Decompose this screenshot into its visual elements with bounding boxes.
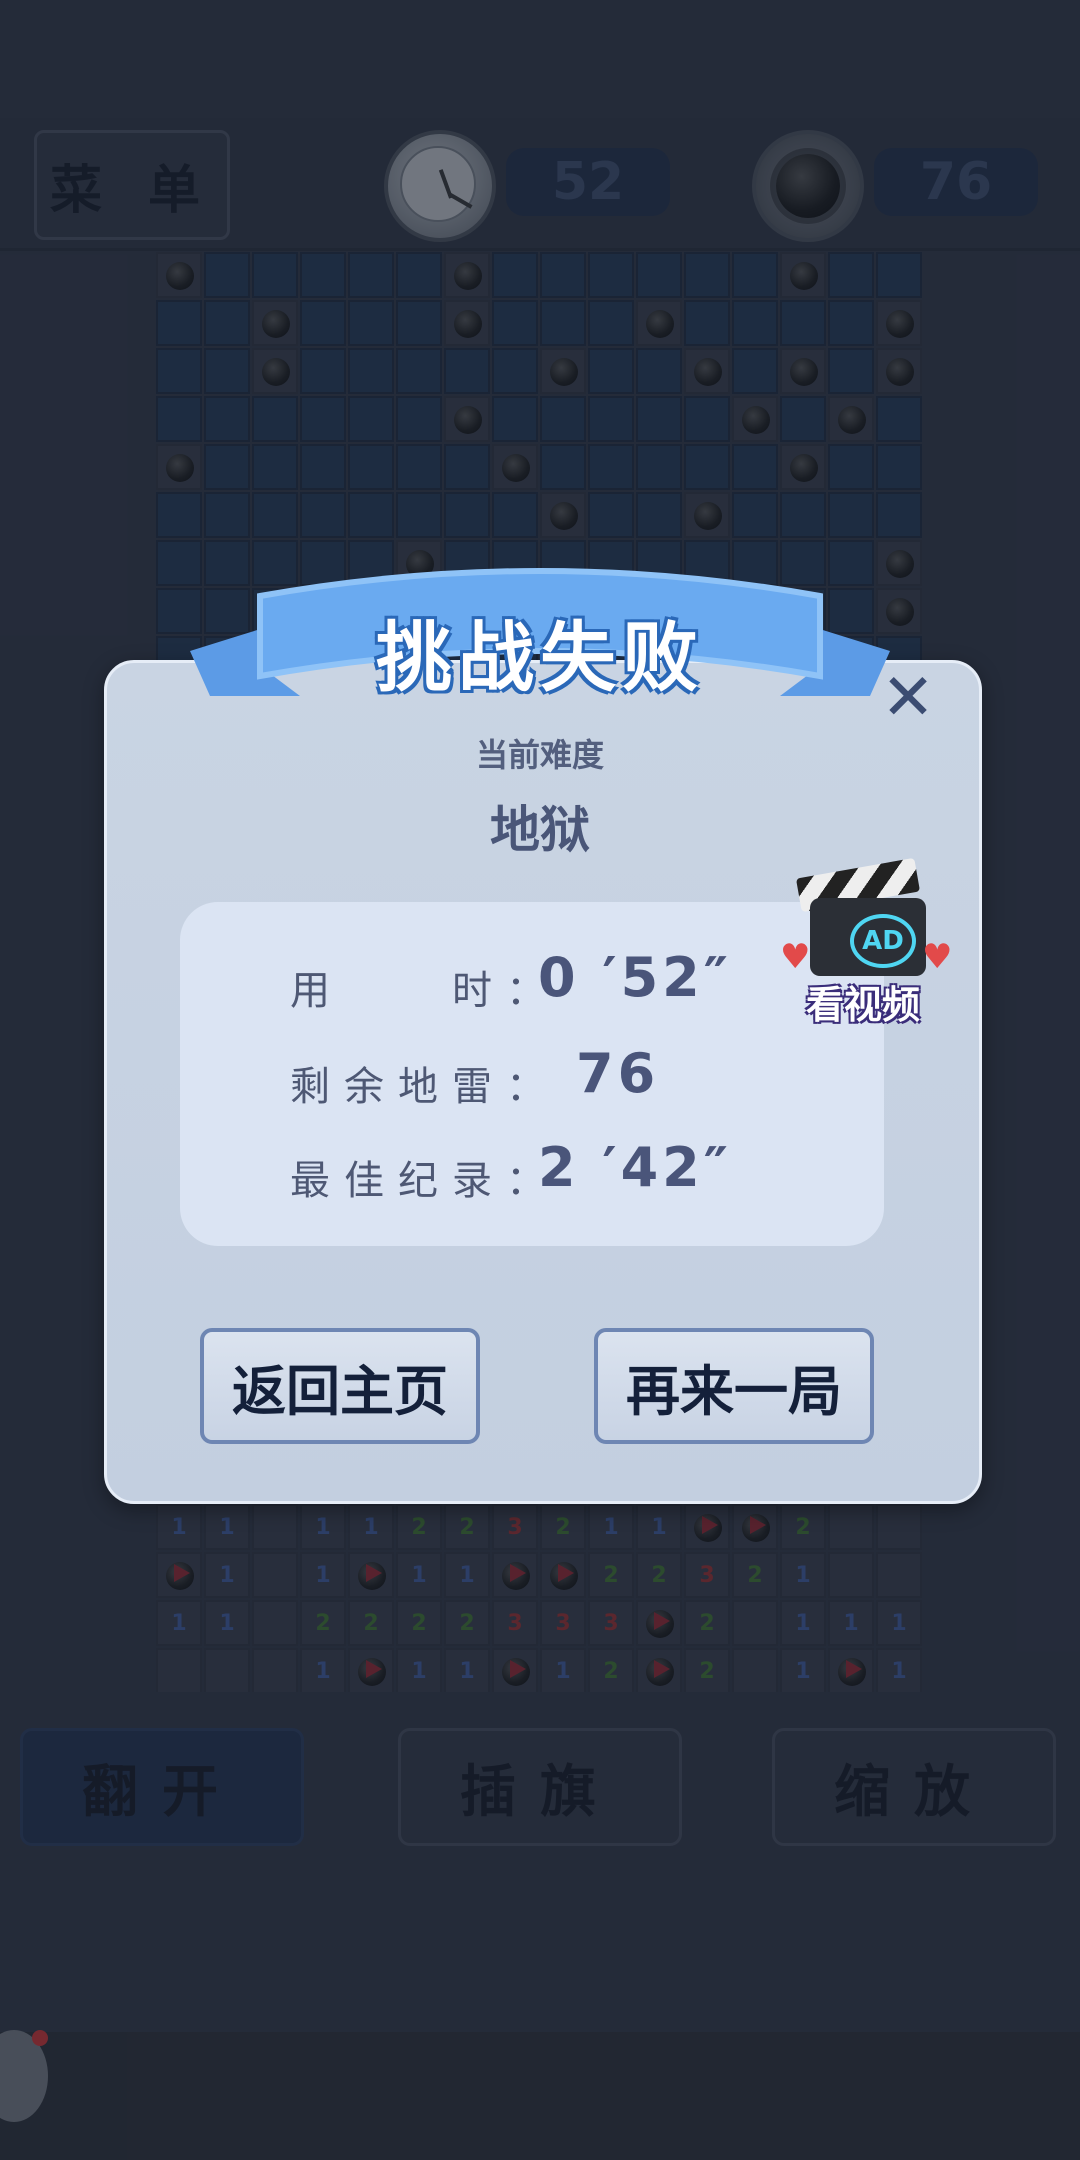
stat-row-mines: 剩余地雷： 76: [180, 1042, 884, 1122]
title-ribbon: [190, 568, 890, 696]
watch-video-button[interactable]: AD ♥ ♥ 看视频: [780, 850, 980, 1030]
stat-value: 2 ′42″: [538, 1136, 732, 1199]
play-again-button[interactable]: 再来一局: [594, 1328, 874, 1444]
back-home-button[interactable]: 返回主页: [200, 1328, 480, 1444]
stat-label: 剩余地雷：: [290, 1064, 560, 1110]
heart-icon: ♥: [780, 937, 811, 977]
stat-row-time: 用 时： 0 ′52″: [180, 946, 884, 1026]
ad-badge: AD: [850, 914, 916, 968]
stats-panel: 用 时： 0 ′52″ 剩余地雷： 76 最佳纪录： 2 ′42″: [180, 902, 884, 1246]
close-icon[interactable]: ✕: [878, 666, 938, 730]
stat-label: 用 时：: [290, 968, 560, 1014]
difficulty-label: 当前难度: [475, 736, 604, 774]
stat-value: 0 ′52″: [538, 946, 732, 1009]
stat-label: 最佳纪录：: [290, 1158, 560, 1204]
heart-icon: ♥: [922, 937, 953, 977]
watch-video-label: 看视频: [806, 983, 921, 1027]
stat-row-best: 最佳纪录： 2 ′42″: [180, 1136, 884, 1216]
stat-value: 76: [576, 1042, 660, 1105]
